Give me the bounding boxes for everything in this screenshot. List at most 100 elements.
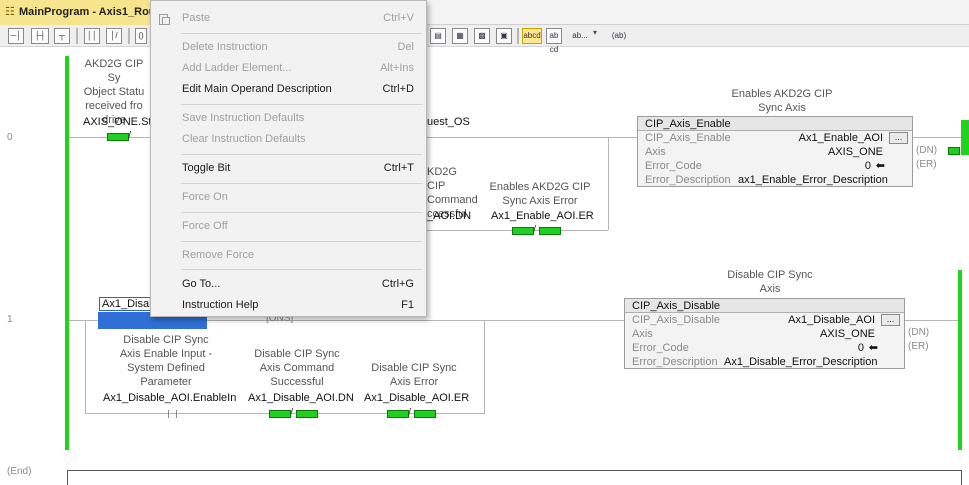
menu-item-go-to[interactable]: Go To... Ctrl+G [151,274,426,295]
param-label: Error_Description [645,174,731,186]
menu-separator [181,241,422,242]
dn-energized-indicator [948,147,960,155]
right-power-rail-top [961,120,969,155]
jump-icon[interactable]: ▣ [496,28,512,44]
counter-icon[interactable]: ▩ [474,28,490,44]
operand-tag[interactable]: _AOI.DN [427,210,471,222]
param-value[interactable]: AXIS_ONE [828,145,883,159]
examine-on-contact[interactable] [152,409,198,419]
instruction-name: CIP_Axis_Enable [638,117,912,131]
operand-tag[interactable]: Ax1_Disable_AOI.DN [248,392,354,404]
menu-item-remove-force[interactable]: Remove Force [151,245,426,266]
rung1-desc-command: Disable CIP Sync Axis Command Successful [254,348,340,388]
routine-tab-title: MainProgram - Axis1_Rou [19,6,156,18]
menu-separator [181,33,422,34]
rung-wire [904,320,958,321]
rung-number: 0 [7,132,13,143]
menu-item-save-instruction-defaults[interactable]: Save Instruction Defaults [151,108,426,129]
menu-separator [181,154,422,155]
rung-number: 1 [7,314,13,325]
text-format-dropdown[interactable]: ab... [569,28,591,44]
instruction-description: Enables AKD2G CIP Sync Axis [731,88,833,114]
operand-tag[interactable]: Ax1_Disable_AOI.EnableIn [103,392,236,404]
examine-on-contact[interactable]: / [107,130,153,142]
er-output-coil: (ER) [916,159,937,170]
wrap-text-icon[interactable]: ab cd [546,28,562,54]
param-label: Axis [645,146,666,158]
aoi-instruction-block[interactable]: CIP_Axis_Enable CIP_Axis_Enable Ax1_Enabl… [637,116,913,187]
examine-on-contact[interactable]: / [269,407,318,419]
param-label: CIP_Axis_Disable [632,314,721,326]
ons-icon[interactable]: ▤ [430,28,446,44]
branch-wire [608,137,609,230]
instruction-description: Disable CIP Sync Axis [727,269,813,295]
end-rung-line [67,470,68,485]
branch-icon[interactable]: ├┤ [31,28,49,44]
menu-separator [181,212,422,213]
browse-button[interactable]: ... [881,314,900,326]
menu-separator [181,104,422,105]
xio-icon[interactable]: │/ [106,28,122,44]
instruction-name: CIP_Axis_Disable [625,299,904,313]
param-value[interactable]: Ax1_Enable_AOI [799,131,883,145]
param-value[interactable]: Ax1_Disable_AOI [788,313,875,327]
param-value[interactable]: AXIS_ONE [820,327,875,341]
rung-wire [426,137,637,138]
branch-level-icon[interactable]: ┬ [54,28,70,44]
toolbar-separator [76,28,78,44]
param-value: 0 [857,342,864,354]
operand-tag[interactable]: AXIS_ONE.Sta [83,116,158,128]
menu-separator [181,269,422,270]
ladder-toolbar: ─│ ├┤ ┬ ││ │/ (​) ▤ ▦ ▩ ▣ abcd ab cd ab.… [0,25,969,54]
param-value: ax1_Enable_Error_Description [738,174,888,186]
er-output-coil: (ER) [908,341,929,352]
param-label: Axis [632,328,653,340]
tag-description-toggle-icon[interactable]: abcd [522,28,542,44]
param-label: CIP_Axis_Enable [645,132,731,144]
arrow-left-icon: ⬅ [875,160,885,172]
branch-wire [484,320,485,413]
timer-icon[interactable]: ▦ [452,28,468,44]
toolbar-separator [128,28,130,44]
menu-item-paste[interactable]: Paste Ctrl+V [151,8,426,29]
context-menu: Paste Ctrl+V Delete Instruction Del Add La… [150,0,427,317]
menu-item-instruction-help[interactable]: Instruction Help F1 [151,295,426,316]
rung-wire [912,137,961,138]
aoi-instruction-block[interactable]: CIP_Axis_Disable CIP_Axis_Disable Ax1_Dis… [624,298,905,369]
menu-item-force-on[interactable]: Force On [151,187,426,208]
examine-on-contact[interactable]: / [387,407,436,419]
ladder-routine-icon: ☷ [5,6,15,18]
menu-item-add-ladder-element[interactable]: Add Ladder Element... Alt+Ins [151,58,426,79]
end-rung-label: (End) [7,466,32,477]
rung-icon[interactable]: ─│ [8,28,24,44]
operand-tag[interactable]: Ax1_Disable_AOI.ER [364,392,469,404]
document-tab-bar: ☷ MainProgram - Axis1_Rou [0,0,969,25]
rung1-desc-error: Disable CIP Sync Axis Error [371,362,457,388]
menu-item-edit-main-operand-description[interactable]: Edit Main Operand Description Ctrl+D [151,79,426,100]
menu-item-clear-instruction-defaults[interactable]: Clear Instruction Defaults [151,129,426,150]
operand-tag[interactable]: uest_OS [427,116,470,128]
menu-item-delete-instruction[interactable]: Delete Instruction Del [151,37,426,58]
operand-text-icon[interactable]: (ab) [610,28,628,44]
browse-button[interactable]: ... [889,132,908,144]
chevron-down-icon[interactable]: ▾ [593,28,597,37]
param-value: 0 [864,160,871,172]
dn-output-coil: (DN) [916,145,938,156]
param-value: Ax1_Disable_Error_Description [724,356,878,368]
end-rung-line [67,470,962,471]
param-label: Error_Description [632,356,718,368]
end-rung-line [961,470,962,485]
examine-on-contact[interactable]: / [512,224,561,236]
menu-item-toggle-bit[interactable]: Toggle Bit Ctrl+T [151,158,426,179]
param-label: Error_Code [632,342,689,354]
routine-tab[interactable]: ☷ MainProgram - Axis1_Rou [0,0,172,25]
menu-item-force-off[interactable]: Force Off [151,216,426,237]
operand-tag[interactable]: Ax1_Enable_AOI.ER [491,210,594,222]
left-power-rail [65,56,69,450]
branch-wire [85,320,86,413]
right-power-rail [958,270,962,450]
ote-icon[interactable]: (​) [135,28,147,44]
param-label: Error_Code [645,160,702,172]
xic-icon[interactable]: ││ [84,28,100,44]
dn-output-coil: (DN) [908,327,930,338]
